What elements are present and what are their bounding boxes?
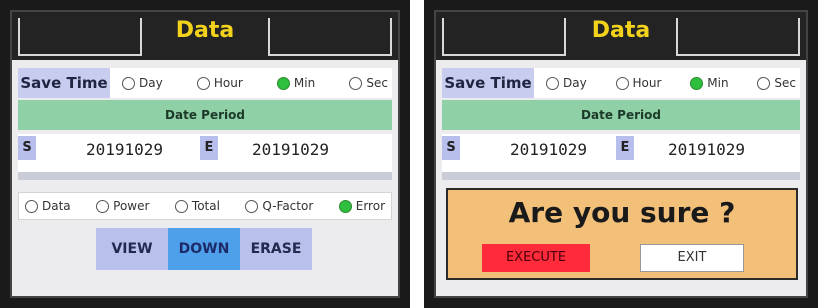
save-time-option-day[interactable]: Day (546, 76, 587, 90)
option-label: Hour (632, 76, 662, 90)
radio-selected-icon (690, 76, 704, 90)
end-date-field[interactable]: 20191029 (668, 140, 745, 159)
radio-icon (349, 76, 363, 90)
device-photo-1: Data Save Time Day Hour Min Sec Date Per… (0, 0, 410, 308)
title-bar: Data (436, 12, 806, 60)
save-time-options: Day Hour Min Sec (546, 68, 796, 98)
save-time-option-min[interactable]: Min (690, 76, 729, 90)
save-time-options: Day Hour Min Sec (122, 68, 388, 98)
end-label: E (200, 136, 218, 160)
option-label: Error (355, 199, 385, 213)
data-screen-confirm: Data Save Time Day Hour Min Sec Date Per… (434, 10, 808, 298)
save-time-option-min[interactable]: Min (276, 76, 316, 90)
date-period-bar: Date Period (442, 100, 800, 130)
title-bar: Data (12, 12, 398, 60)
erase-button[interactable]: ERASE (240, 228, 312, 270)
start-date-field[interactable]: 20191029 (510, 140, 587, 159)
exit-button[interactable]: EXIT (640, 244, 744, 272)
save-time-row: Save Time Day Hour Min Sec (18, 68, 392, 98)
date-range-row: S 20191029 E 20191029 (18, 134, 392, 172)
mode-option-data[interactable]: Data (25, 199, 71, 213)
device-photo-2: Data Save Time Day Hour Min Sec Date Per… (424, 0, 818, 308)
end-date-field[interactable]: 20191029 (252, 140, 329, 159)
option-label: Power (113, 199, 150, 213)
save-time-option-hour[interactable]: Hour (615, 76, 662, 90)
page-title: Data (591, 18, 651, 43)
option-label: Min (293, 76, 316, 90)
save-time-option-sec[interactable]: Sec (757, 76, 796, 90)
divider (442, 172, 800, 180)
radio-icon (122, 76, 135, 90)
radio-icon (245, 199, 259, 213)
mode-option-q-factor[interactable]: Q-Factor (245, 199, 313, 213)
radio-icon (96, 199, 110, 213)
mode-options-row: Data Power Total Q-Factor Error (18, 192, 392, 220)
option-label: Data (42, 199, 71, 213)
divider (18, 172, 392, 180)
mode-option-total[interactable]: Total (174, 199, 220, 213)
end-label: E (616, 136, 634, 160)
save-time-label: Save Time (442, 68, 534, 98)
save-time-option-hour[interactable]: Hour (196, 76, 243, 90)
option-label: Sec (774, 76, 796, 90)
start-label: S (442, 136, 460, 160)
mode-option-power[interactable]: Power (96, 199, 149, 213)
view-button[interactable]: VIEW (96, 228, 168, 270)
save-time-option-sec[interactable]: Sec (349, 76, 388, 90)
option-label: Q-Factor (262, 199, 314, 213)
confirm-dialog: Are you sure ? EXECUTE EXIT (446, 188, 798, 280)
radio-icon (615, 76, 629, 90)
page-title: Data (175, 18, 235, 43)
data-screen: Data Save Time Day Hour Min Sec Date Per… (10, 10, 400, 298)
save-time-row: Save Time Day Hour Min Sec (442, 68, 800, 98)
option-label: Min (707, 76, 729, 90)
down-button[interactable]: DOWN (168, 228, 240, 270)
save-time-label: Save Time (18, 68, 110, 98)
action-buttons: VIEW DOWN ERASE (96, 228, 312, 270)
execute-button[interactable]: EXECUTE (482, 244, 590, 272)
radio-icon (196, 76, 210, 90)
radio-icon (757, 76, 771, 90)
date-range-row: S 20191029 E 20191029 (442, 134, 800, 172)
mode-option-error[interactable]: Error (338, 199, 385, 213)
radio-selected-icon (338, 199, 352, 213)
date-period-bar: Date Period (18, 100, 392, 130)
start-label: S (18, 136, 36, 160)
option-label: Sec (366, 76, 388, 90)
option-label: Day (563, 76, 587, 90)
option-label: Total (191, 199, 220, 213)
start-date-field[interactable]: 20191029 (86, 140, 163, 159)
radio-selected-icon (276, 76, 290, 90)
option-label: Hour (213, 76, 243, 90)
save-time-option-day[interactable]: Day (122, 76, 163, 90)
confirm-message: Are you sure ? (508, 196, 736, 229)
option-label: Day (139, 76, 163, 90)
radio-icon (25, 199, 38, 213)
radio-icon (174, 199, 188, 213)
radio-icon (546, 76, 559, 90)
